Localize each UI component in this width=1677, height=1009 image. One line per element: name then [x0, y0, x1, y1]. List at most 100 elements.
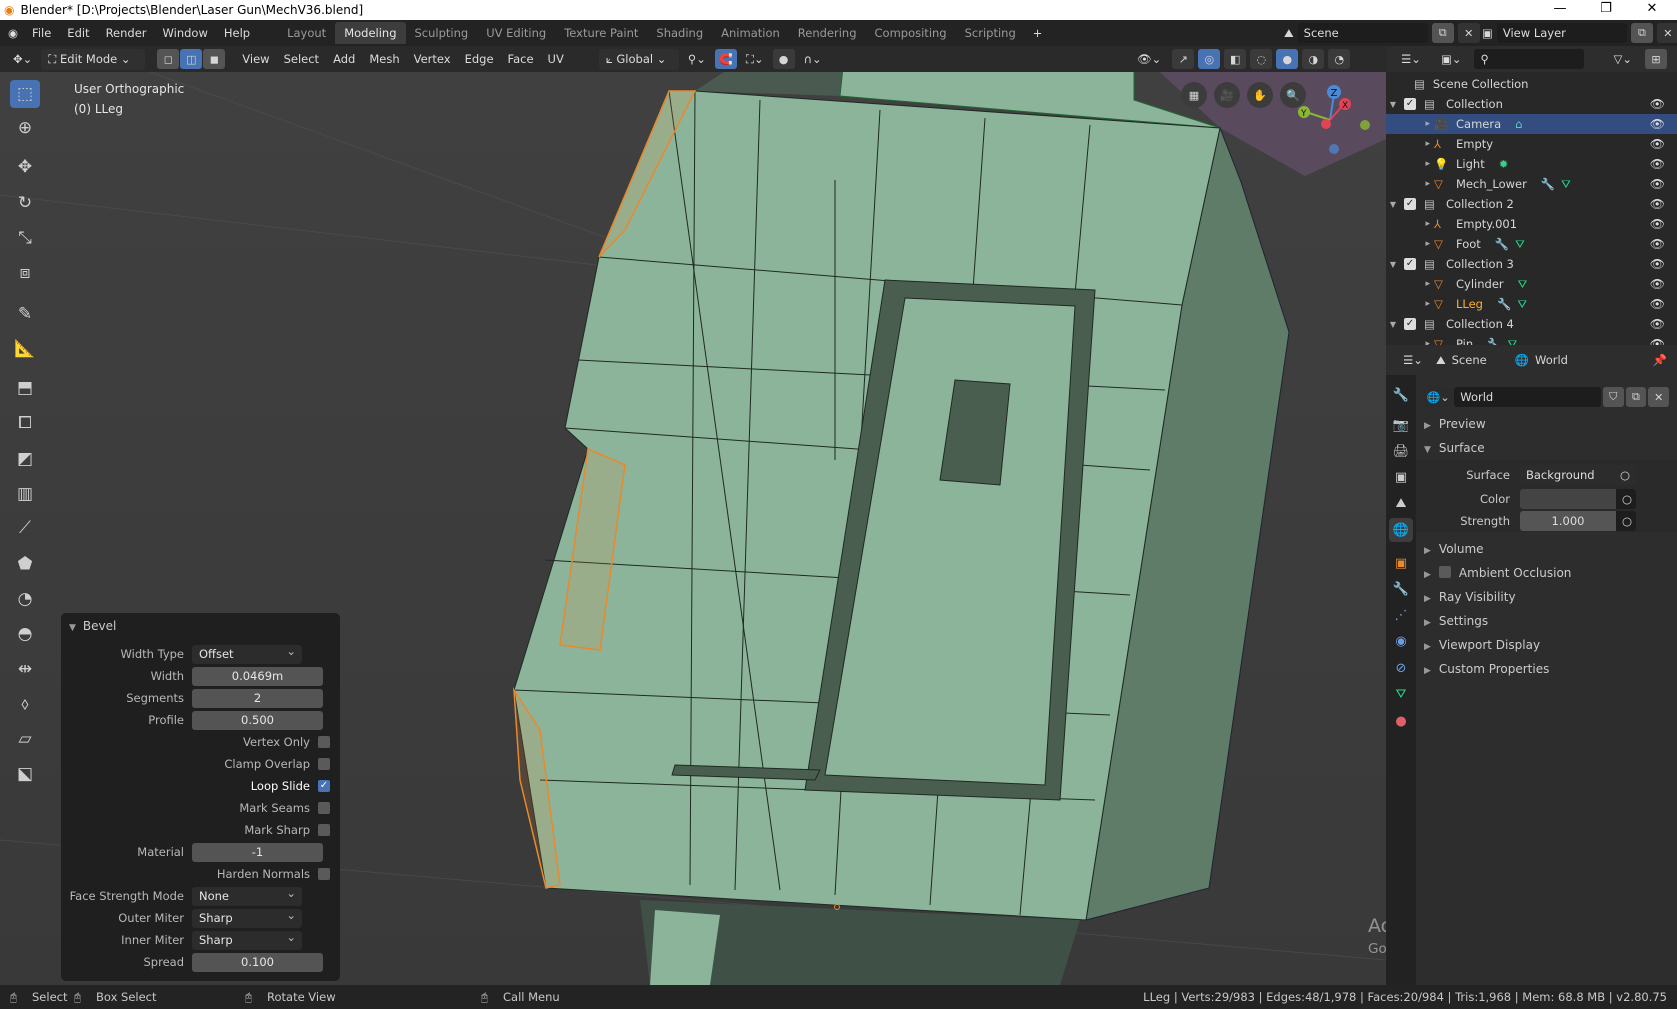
strength-socket-icon[interactable]: ○ — [1616, 511, 1636, 531]
bevel-profile-field[interactable]: 0.500 — [192, 710, 323, 730]
section-preview[interactable]: ▶ Preview — [1424, 417, 1486, 431]
expand-arrow-icon[interactable]: ▼ — [1386, 200, 1404, 209]
expand-arrow-icon[interactable]: ▼ — [1386, 320, 1404, 329]
vertex-select-icon[interactable]: ◻ — [157, 49, 180, 69]
outliner-row-camera[interactable]: ▸ 🎥 Camera ⌂ 👁 — [1386, 114, 1677, 134]
workspace-tab-shading[interactable]: Shading — [647, 22, 712, 44]
color-swatch[interactable] — [1520, 489, 1616, 509]
outliner-row-collection-3[interactable]: ▼ ✓ ▤ Collection 3 👁 — [1386, 254, 1677, 274]
visibility-eye-icon[interactable]: 👁 — [1650, 337, 1665, 345]
wireframe-shading-icon[interactable]: ◌ — [1250, 49, 1273, 69]
navigation-gizmo[interactable]: Z X Y — [1290, 80, 1370, 160]
tool-measure-icon[interactable]: 📐 — [10, 335, 40, 363]
snap-icon[interactable]: 🧲 — [714, 49, 737, 69]
tool-knife-icon[interactable]: ⟋ — [10, 514, 40, 542]
visibility-eye-icon[interactable]: 👁 — [1650, 117, 1665, 131]
mesh-data-icon[interactable]: ⛛ — [1518, 277, 1528, 292]
section-surface[interactable]: ▼ Surface — [1424, 441, 1485, 455]
gizmo-toggle-icon[interactable]: ↗ — [1172, 49, 1195, 69]
workspace-tab-scripting[interactable]: Scripting — [956, 22, 1025, 44]
outliner-row-foot[interactable]: ▸ ▽ Foot 🔧 ⛛ 👁 — [1386, 234, 1677, 254]
expand-arrow-icon[interactable]: ▼ — [1386, 260, 1404, 269]
filter-icon[interactable]: ▽⌄ — [1606, 49, 1638, 69]
tool-annotate-icon[interactable]: ✎ — [10, 300, 40, 328]
grid-view-icon[interactable]: ▦ — [1181, 82, 1207, 108]
exclude-checkbox[interactable]: ✓ — [1404, 198, 1416, 210]
bevel-harden-normals-option[interactable]: Harden Normals — [61, 864, 340, 884]
tool-move-icon[interactable]: ✥ — [10, 153, 40, 181]
outliner-row-empty-001[interactable]: ▸ ⅄ Empty.001 👁 — [1386, 214, 1677, 234]
tool-rotate-icon[interactable]: ↻ — [10, 189, 40, 217]
mesh-data-icon[interactable]: ⛛ — [1561, 177, 1571, 192]
bevel-loop-slide-option[interactable]: Loop Slide ✓ — [61, 776, 340, 796]
duplicate-world-icon[interactable]: ⧉ — [1625, 387, 1647, 407]
section-custom-properties[interactable]: ▶ Custom Properties — [1424, 662, 1549, 676]
visibility-eye-icon[interactable]: 👁 — [1650, 237, 1665, 251]
world-browse-icon[interactable]: 🌐⌄ — [1424, 387, 1453, 407]
tab-material-icon[interactable]: ● — [1389, 709, 1413, 733]
ao-checkbox[interactable] — [1438, 566, 1451, 578]
menu-help[interactable]: Help — [216, 26, 258, 40]
tab-physics-icon[interactable]: ◉ — [1389, 629, 1413, 653]
bevel-width-field[interactable]: 0.0469m — [192, 666, 323, 686]
proportional-edit-icon[interactable]: ● — [772, 49, 795, 69]
workspace-tab-compositing[interactable]: Compositing — [866, 22, 956, 44]
scene-icon[interactable]: ⛰ — [1284, 26, 1294, 41]
tab-render-icon[interactable]: 📷 — [1389, 413, 1413, 437]
tool-rip-icon[interactable]: ⬕ — [10, 760, 40, 788]
tab-constraints-icon[interactable]: ⊘ — [1389, 656, 1413, 680]
pan-hand-icon[interactable]: ✋ — [1247, 82, 1273, 108]
tool-shear-icon[interactable]: ▱ — [10, 725, 40, 753]
tab-world-icon[interactable]: 🌐 — [1389, 518, 1413, 542]
checkbox[interactable] — [318, 802, 330, 814]
tab-data-icon[interactable]: ⛛ — [1389, 682, 1413, 706]
visibility-eye-icon[interactable]: 👁 — [1650, 197, 1665, 211]
workspace-tab-texture-paint[interactable]: Texture Paint — [555, 22, 647, 44]
delete-view-layer-icon[interactable]: ✕ — [1656, 23, 1677, 43]
outliner-row-collection[interactable]: ▼ ✓ ▤ Collection 👁 — [1386, 94, 1677, 114]
workspace-tab-rendering[interactable]: Rendering — [789, 22, 866, 44]
tab-particles-icon[interactable]: ⋰ — [1389, 603, 1413, 627]
checkbox[interactable] — [318, 824, 330, 836]
viewport-menu-edge[interactable]: Edge — [458, 49, 501, 69]
outliner-row-light[interactable]: ▸ 💡 Light ✹ 👁 — [1386, 154, 1677, 174]
xray-icon[interactable]: ◧ — [1224, 49, 1247, 69]
outliner-row-collection-4[interactable]: ▼ ✓ ▤ Collection 4 👁 — [1386, 314, 1677, 334]
camera-data-icon[interactable]: ⌂ — [1515, 117, 1522, 131]
expand-arrow-icon[interactable]: ▸ — [1386, 179, 1434, 189]
mesh-data-icon[interactable]: ⛛ — [1517, 297, 1527, 312]
visibility-eye-icon[interactable]: 👁 — [1650, 317, 1665, 331]
editor-type-icon[interactable]: ✥⌄ — [6, 49, 39, 69]
bevel-vertex-only-option[interactable]: Vertex Only — [61, 732, 340, 752]
menu-edit[interactable]: Edit — [59, 26, 97, 40]
transform-orientation-dropdown[interactable]: ⟀ Global ⌄ — [598, 48, 679, 70]
fake-user-icon[interactable]: ⛉ — [1602, 387, 1624, 407]
viewport-menu-view[interactable]: View — [235, 49, 276, 69]
outliner-row-collection-2[interactable]: ▼ ✓ ▤ Collection 2 👁 — [1386, 194, 1677, 214]
face-select-icon[interactable]: ◼ — [203, 49, 226, 69]
tool-poly-build-icon[interactable]: ⬟ — [10, 550, 40, 578]
unlink-world-icon[interactable]: ✕ — [1648, 387, 1670, 407]
visibility-eye-icon[interactable]: 👁 — [1650, 217, 1665, 231]
expand-arrow-icon[interactable]: ▸ — [1386, 139, 1434, 149]
visibility-eye-icon[interactable]: 👁 — [1650, 137, 1665, 151]
checkbox[interactable]: ✓ — [318, 780, 330, 792]
color-socket-icon[interactable]: ○ — [1616, 489, 1636, 509]
overlay-toggle-icon[interactable]: ◎ — [1198, 49, 1221, 69]
tab-object-icon[interactable]: ▣ — [1389, 551, 1413, 575]
section-ambient-occlusion[interactable]: ▶ Ambient Occlusion — [1424, 566, 1571, 580]
visibility-eye-icon[interactable]: 👁 — [1650, 257, 1665, 271]
maximize-button[interactable]: ❐ — [1583, 0, 1629, 18]
visibility-icon[interactable]: 👁⌄ — [1130, 49, 1168, 69]
expand-arrow-icon[interactable]: ▼ — [1386, 100, 1404, 109]
exclude-checkbox[interactable]: ✓ — [1404, 98, 1416, 110]
pin-icon[interactable]: 📌 — [1653, 353, 1667, 367]
outliner-row-lleg[interactable]: ▸ ▽ LLeg 🔧 ⛛ 👁 — [1386, 294, 1677, 314]
visibility-eye-icon[interactable]: 👁 — [1650, 157, 1665, 171]
outliner-scene-collection[interactable]: ▤ Scene Collection — [1386, 74, 1677, 94]
tool-inset-icon[interactable]: ⧠ — [10, 409, 40, 437]
checkbox[interactable] — [318, 758, 330, 770]
modifier-icon[interactable]: 🔧 — [1541, 177, 1555, 191]
solid-shading-icon[interactable]: ● — [1276, 49, 1299, 69]
expand-arrow-icon[interactable]: ▸ — [1386, 219, 1434, 229]
